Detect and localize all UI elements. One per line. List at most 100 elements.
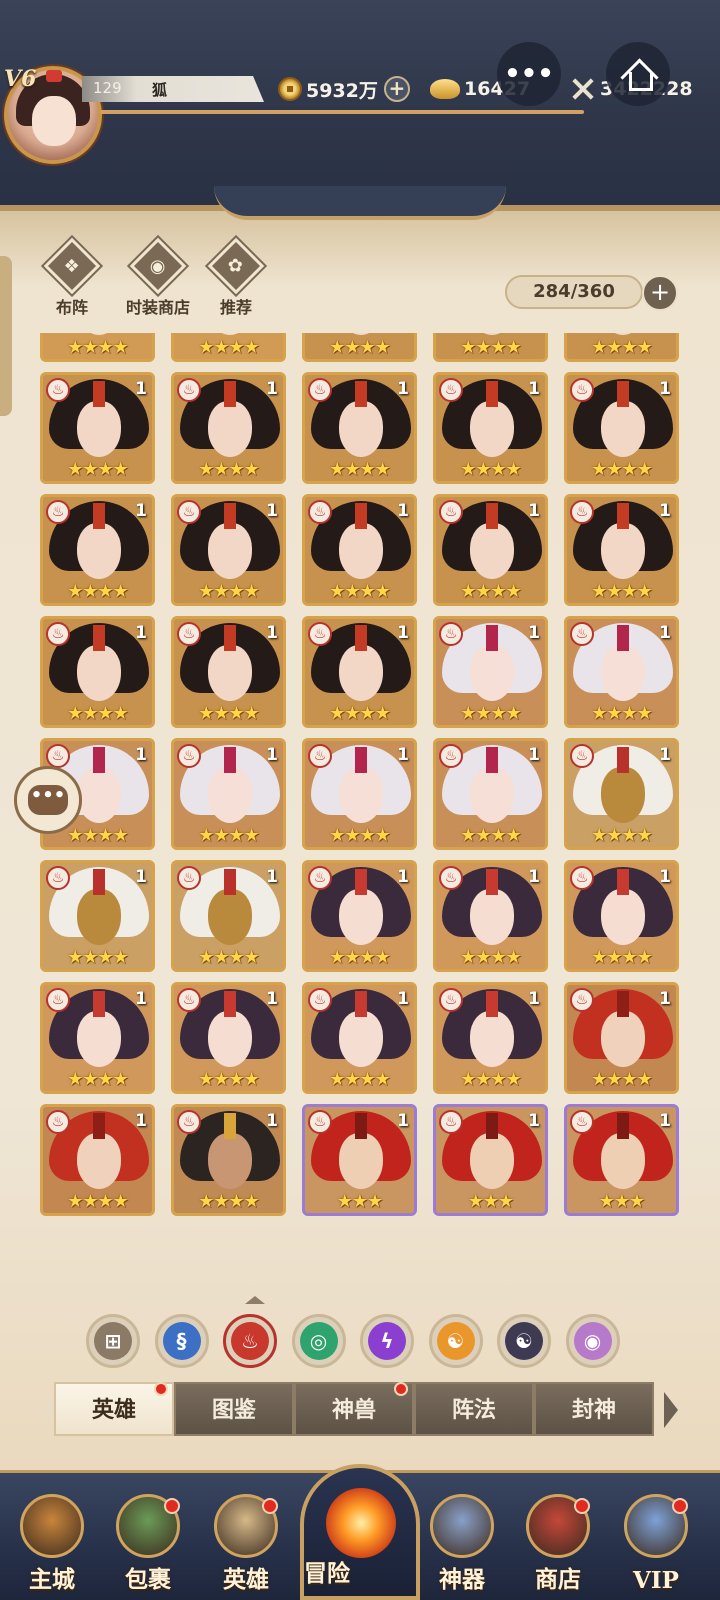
hero-card[interactable]: ♨ 1 ★★★★ bbox=[171, 616, 286, 728]
thunder-filter[interactable]: ϟ bbox=[360, 1314, 414, 1368]
hero-star-rating: ★★★★ bbox=[198, 1069, 260, 1090]
add-gold-button[interactable]: + bbox=[383, 76, 410, 102]
hero-card[interactable]: ♨ 1 ★★★★ bbox=[171, 738, 286, 850]
hero-card[interactable]: ♨ 1 ★★★★ bbox=[433, 616, 548, 728]
vip-level-badge[interactable]: V6 bbox=[4, 66, 36, 92]
hero-card[interactable]: ♨ 1 ★★★★ bbox=[433, 494, 548, 606]
tab-0[interactable]: 英雄 bbox=[54, 1382, 174, 1436]
hero-card[interactable]: ♨ 1 ★★★★ bbox=[433, 372, 548, 484]
chat-button[interactable]: ••• bbox=[14, 766, 82, 834]
fire-filter[interactable]: ♨ bbox=[223, 1314, 277, 1368]
water-filter[interactable]: § bbox=[154, 1314, 209, 1368]
fire-element-icon: ♨ bbox=[177, 744, 201, 768]
hero-star-rating: ★★★★ bbox=[329, 337, 391, 358]
hero-card[interactable]: ♨ 1 ★★★★ bbox=[302, 494, 417, 606]
recommend-icon: ✿ bbox=[207, 237, 265, 295]
hero-card[interactable]: ♨ 1 ★★★★ bbox=[171, 860, 286, 972]
hero-face bbox=[470, 645, 514, 701]
hero-card[interactable]: ♨ 1 ★★★★ bbox=[564, 982, 679, 1094]
fire-element-icon: ♨ bbox=[570, 866, 594, 890]
hero-card[interactable]: ♨ 1 ★★★★ bbox=[433, 860, 548, 972]
tab-1[interactable]: 图鉴 bbox=[174, 1382, 294, 1436]
fire-element-icon: ♨ bbox=[439, 866, 463, 890]
hero-face bbox=[339, 645, 383, 701]
hero-star-rating: ★★★★ bbox=[591, 703, 653, 724]
hero-copy-count: 1 bbox=[135, 745, 147, 765]
hero-card[interactable]: ♨ 1 ★★★★ bbox=[40, 616, 155, 728]
hero-card[interactable]: ♨ 1 ★★★★ bbox=[40, 860, 155, 972]
hero-star-rating: ★★★★ bbox=[198, 1191, 260, 1212]
hero-card[interactable]: ♨ 1 ★★★★ bbox=[302, 738, 417, 850]
hero-card[interactable]: ♨ 1 ★★★★ bbox=[171, 372, 286, 484]
nav-label: 商店 bbox=[535, 1566, 581, 1593]
nav-shop[interactable]: 商店 bbox=[516, 1494, 600, 1594]
nav-adventure[interactable]: 冒险 bbox=[300, 1464, 420, 1600]
fire-element-icon: ♨ bbox=[46, 988, 70, 1012]
hero-card[interactable]: ♨ 1 ★★★★ bbox=[40, 982, 155, 1094]
hero-card[interactable]: ♨ 1 ★★★★ bbox=[40, 1104, 155, 1216]
nav-hero[interactable]: 英雄 bbox=[204, 1494, 288, 1594]
wind-filter[interactable]: ◎ bbox=[291, 1314, 346, 1368]
hero-face bbox=[208, 1133, 252, 1189]
hero-card[interactable]: ♨★★★★ bbox=[564, 333, 679, 362]
more-button[interactable]: ••• bbox=[497, 42, 561, 106]
chaos-element-icon: ◉ bbox=[573, 1322, 612, 1360]
chat-icon: ••• bbox=[28, 785, 68, 815]
hero-card[interactable]: ♨ 1 ★★★ bbox=[564, 1104, 679, 1216]
tab-3[interactable]: 阵法 bbox=[414, 1382, 534, 1436]
fashion-shop-button[interactable]: ◉ 时装商店 bbox=[112, 237, 204, 318]
notification-dot bbox=[154, 1382, 168, 1396]
nav-bag[interactable]: 包裹 bbox=[106, 1494, 190, 1594]
selected-filter-caret bbox=[245, 1296, 265, 1304]
hero-grid[interactable]: ♨★★★★♨★★★★♨★★★★♨★★★★♨★★★★♨1★★★★♨1★★★★♨1★… bbox=[40, 333, 688, 1253]
hero-card[interactable]: ♨★★★★ bbox=[433, 333, 548, 362]
nav-vip[interactable]: VIP bbox=[614, 1494, 698, 1594]
expand-capacity-button[interactable]: + bbox=[642, 275, 678, 311]
hero-star-rating: ★★★★ bbox=[460, 337, 522, 358]
fire-element-icon: ♨ bbox=[308, 988, 332, 1012]
hero-accent bbox=[224, 991, 236, 1017]
all-filter[interactable]: ⊞ bbox=[86, 1314, 140, 1368]
hero-face bbox=[339, 1133, 383, 1189]
hero-card[interactable]: ♨ 1 ★★★★ bbox=[302, 860, 417, 972]
hero-card[interactable]: ♨ 1 ★★★★ bbox=[171, 494, 286, 606]
hero-card[interactable]: ♨ 1 ★★★★ bbox=[564, 616, 679, 728]
chaos-filter[interactable]: ◉ bbox=[565, 1314, 620, 1368]
light-filter[interactable]: ☯ bbox=[428, 1314, 483, 1368]
hero-card[interactable]: ♨★★★★ bbox=[40, 333, 155, 362]
notification-dot bbox=[164, 1498, 180, 1514]
hero-card[interactable]: ♨ 1 ★★★★ bbox=[302, 982, 417, 1094]
hero-card[interactable]: ♨ 1 ★★★★ bbox=[433, 982, 548, 1094]
hero-star-rating: ★★★★ bbox=[460, 703, 522, 724]
hero-card[interactable]: ♨ 1 ★★★★ bbox=[564, 494, 679, 606]
hero-card[interactable]: ♨ 1 ★★★★ bbox=[433, 738, 548, 850]
nav-label: 神器 bbox=[439, 1566, 485, 1593]
hero-star-rating: ★★★★ bbox=[67, 1191, 129, 1212]
dark-filter[interactable]: ☯ bbox=[497, 1314, 551, 1368]
hero-face bbox=[601, 401, 645, 457]
tab-4[interactable]: 封神 bbox=[534, 1382, 654, 1436]
hero-accent bbox=[617, 1113, 629, 1139]
formation-button[interactable]: ❖ 布阵 bbox=[32, 237, 112, 318]
hero-card[interactable]: ♨ 1 ★★★★ bbox=[171, 982, 286, 1094]
hero-card[interactable]: ♨ 1 ★★★★ bbox=[564, 860, 679, 972]
thunder-element-icon: ϟ bbox=[368, 1322, 406, 1360]
hero-card[interactable]: ♨ 1 ★★★ bbox=[433, 1104, 548, 1216]
fire-element-icon: ♨ bbox=[570, 744, 594, 768]
tab-2[interactable]: 神兽 bbox=[294, 1382, 414, 1436]
nav-main-city[interactable]: 主城 bbox=[10, 1494, 94, 1594]
hero-card[interactable]: ♨★★★★ bbox=[171, 333, 286, 362]
nav-artifact[interactable]: 神器 bbox=[420, 1494, 504, 1594]
hero-card[interactable]: ♨ 1 ★★★★ bbox=[302, 372, 417, 484]
hero-accent bbox=[486, 1113, 498, 1139]
hero-card[interactable]: ♨ 1 ★★★★ bbox=[40, 372, 155, 484]
hero-card[interactable]: ♨★★★★ bbox=[302, 333, 417, 362]
recommend-button[interactable]: ✿ 推荐 bbox=[196, 237, 276, 318]
hero-card[interactable]: ♨ 1 ★★★ bbox=[302, 1104, 417, 1216]
home-button[interactable] bbox=[606, 42, 670, 106]
hero-card[interactable]: ♨ 1 ★★★★ bbox=[302, 616, 417, 728]
hero-card[interactable]: ♨ 1 ★★★★ bbox=[171, 1104, 286, 1216]
hero-card[interactable]: ♨ 1 ★★★★ bbox=[564, 738, 679, 850]
hero-card[interactable]: ♨ 1 ★★★★ bbox=[40, 494, 155, 606]
hero-card[interactable]: ♨ 1 ★★★★ bbox=[564, 372, 679, 484]
